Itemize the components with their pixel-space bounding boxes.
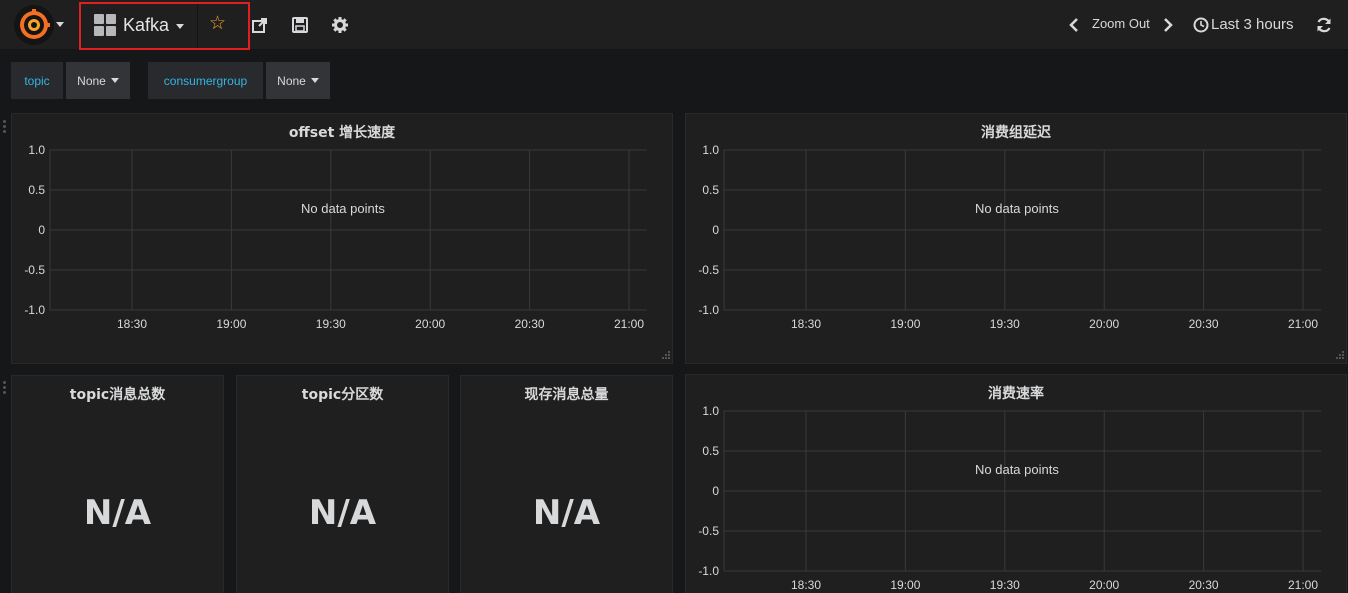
- singlestat-value: N/A: [308, 493, 377, 533]
- panel-current-total[interactable]: 现存消息总量 N/A: [460, 375, 673, 593]
- x-tick-label: 19:00: [890, 578, 920, 592]
- y-tick-label: 0: [712, 223, 719, 237]
- chevron-down-icon: [176, 24, 185, 29]
- variable-label-topic: topic: [11, 62, 63, 99]
- y-tick-label: -0.5: [698, 263, 719, 277]
- logo-chevron-down-icon[interactable]: [56, 22, 64, 27]
- variable-label-consumergroup: consumergroup: [148, 62, 263, 99]
- graph-canvas: 1.0 0.5 0 -0.5 -1.0 18:30 19:00 19:30 20:00 20:30…: [698, 404, 1321, 592]
- x-tick-label: 18:30: [791, 317, 821, 331]
- panel-topic-total[interactable]: topic消息总数 N/A: [11, 375, 224, 593]
- variable-value-consumergroup: None: [277, 73, 306, 88]
- graph-canvas: 1.0 0.5 0 -0.5 -1.0 18:30 19:00 19:30 20:00 20:30…: [24, 143, 647, 331]
- y-tick-label: -1.0: [698, 564, 719, 578]
- x-tick-label: 19:30: [990, 578, 1020, 592]
- y-tick-label: 1.0: [28, 143, 45, 157]
- title-divider: [197, 4, 198, 48]
- clock-icon[interactable]: [1193, 17, 1209, 33]
- y-tick-label: -1.0: [698, 303, 719, 317]
- x-tick-label: 21:00: [1288, 578, 1318, 592]
- y-tick-label: 1.0: [702, 404, 719, 418]
- x-tick-label: 20:30: [1189, 578, 1219, 592]
- no-data-message: No data points: [975, 201, 1059, 216]
- time-back-icon[interactable]: [1068, 16, 1080, 34]
- variable-value-topic: None: [77, 73, 106, 88]
- dashboard-title: Kafka: [123, 14, 170, 35]
- share-icon[interactable]: [251, 16, 269, 34]
- x-tick-label: 20:30: [1189, 317, 1219, 331]
- y-tick-label: 0.5: [702, 183, 719, 197]
- x-tick-label: 20:00: [1089, 578, 1119, 592]
- x-tick-label: 20:30: [515, 317, 545, 331]
- y-tick-label: 0.5: [702, 444, 719, 458]
- panel-title[interactable]: topic分区数: [237, 384, 448, 404]
- panel-offset-growth[interactable]: offset 增长速度 1.0 0.5 0 -0.5 -1.0 18:30 19:00 19:…: [11, 113, 673, 364]
- y-tick-label: -1.0: [24, 303, 45, 317]
- zoom-out-button[interactable]: Zoom Out: [1092, 16, 1150, 31]
- y-tick-label: 0.5: [28, 183, 45, 197]
- y-tick-label: 1.0: [702, 143, 719, 157]
- row-drag-handle[interactable]: [3, 381, 7, 394]
- panel-title[interactable]: 现存消息总量: [461, 384, 672, 404]
- y-tick-label: -0.5: [698, 524, 719, 538]
- no-data-message: No data points: [301, 201, 385, 216]
- x-tick-label: 21:00: [1288, 317, 1318, 331]
- x-tick-label: 19:00: [890, 317, 920, 331]
- no-data-message: No data points: [975, 462, 1059, 477]
- y-tick-label: -0.5: [24, 263, 45, 277]
- x-tick-label: 21:00: [614, 317, 644, 331]
- resize-handle-icon[interactable]: [660, 351, 670, 361]
- panel-consume-rate[interactable]: 消费速率 1.0 0.5 0 -0.5 -1.0 18:30 19:00 19:30 20:00…: [685, 374, 1347, 593]
- x-tick-label: 18:30: [791, 578, 821, 592]
- x-tick-label: 19:30: [990, 317, 1020, 331]
- y-tick-label: 0: [712, 484, 719, 498]
- x-tick-label: 19:30: [316, 317, 346, 331]
- singlestat-value: N/A: [532, 493, 601, 533]
- save-icon[interactable]: [291, 16, 309, 34]
- x-tick-label: 20:00: [415, 317, 445, 331]
- x-tick-label: 19:00: [216, 317, 246, 331]
- time-range-picker[interactable]: Last 3 hours: [1211, 16, 1294, 33]
- dashboard-grid-icon: [94, 14, 116, 36]
- panel-consumer-lag[interactable]: 消费组延迟 1.0 0.5 0 -0.5 -1.0 18:30 19:00 19:30 20:0…: [685, 113, 1347, 364]
- grafana-logo-icon[interactable]: [14, 5, 54, 45]
- variable-select-topic[interactable]: None: [66, 62, 130, 99]
- panel-title[interactable]: topic消息总数: [12, 384, 223, 404]
- star-icon[interactable]: ☆: [209, 14, 226, 33]
- top-navbar: Kafka ☆ Zoom Out Last 3 hours: [0, 0, 1348, 50]
- refresh-icon[interactable]: [1315, 16, 1333, 34]
- gear-icon[interactable]: [331, 16, 349, 34]
- singlestat-value: N/A: [83, 493, 152, 533]
- chevron-down-icon: [310, 78, 319, 83]
- x-tick-label: 18:30: [117, 317, 147, 331]
- dashboard-picker-button[interactable]: Kafka: [94, 10, 185, 40]
- resize-handle-icon[interactable]: [1334, 351, 1344, 361]
- row-drag-handle[interactable]: [3, 120, 7, 133]
- graph-canvas: 1.0 0.5 0 -0.5 -1.0 18:30 19:00 19:30 20:00 20:30…: [698, 143, 1321, 331]
- x-tick-label: 20:00: [1089, 317, 1119, 331]
- time-forward-icon[interactable]: [1162, 16, 1174, 34]
- variable-select-consumergroup[interactable]: None: [266, 62, 330, 99]
- y-tick-label: 0: [38, 223, 45, 237]
- panel-topic-partitions[interactable]: topic分区数 N/A: [236, 375, 449, 593]
- chevron-down-icon: [110, 78, 119, 83]
